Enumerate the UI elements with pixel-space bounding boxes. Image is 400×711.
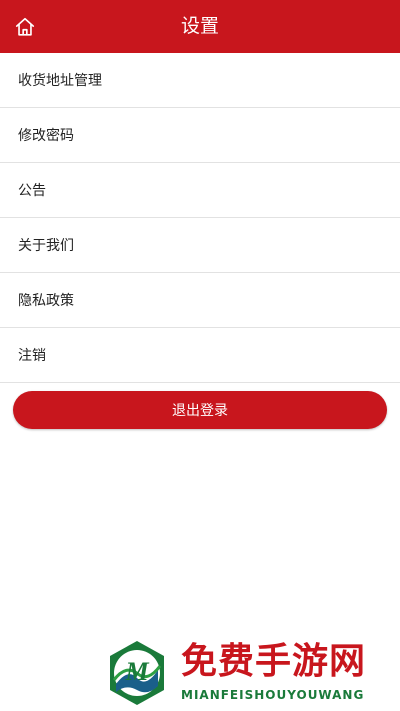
menu-item-label: 注销 [18,348,46,364]
menu-item-about-us[interactable]: 关于我们 [0,218,400,273]
page-title: 设置 [180,15,219,37]
menu-item-announcement[interactable]: 公告 [0,163,400,218]
watermark-title: 免费手游网 [181,641,367,682]
watermark: M 免费手游网 MIANFEISHOUYOUWANG [104,640,394,708]
home-icon [15,17,35,36]
watermark-logo: M [110,641,164,705]
menu-item-label: 关于我们 [18,238,74,254]
menu-item-address[interactable]: 收货地址管理 [0,53,400,108]
watermark-subtitle: MIANFEISHOUYOUWANG [181,688,365,702]
menu-item-label: 公告 [18,183,46,199]
settings-screen: 设置 收货地址管理 修改密码 公告 关于我们 隐私政策 注销 退出登录 M 免费… [0,0,400,711]
watermark-logo-letter: M [124,657,149,686]
logout-button[interactable]: 退出登录 [13,391,387,429]
home-button[interactable] [10,12,40,42]
settings-menu: 收货地址管理 修改密码 公告 关于我们 隐私政策 注销 [0,53,400,383]
menu-item-label: 隐私政策 [18,293,74,309]
menu-item-privacy-policy[interactable]: 隐私政策 [0,273,400,328]
menu-item-deregister[interactable]: 注销 [0,328,400,383]
menu-item-change-password[interactable]: 修改密码 [0,108,400,163]
menu-item-label: 收货地址管理 [18,73,102,89]
header-bar: 设置 [0,0,400,53]
menu-item-label: 修改密码 [18,128,74,144]
